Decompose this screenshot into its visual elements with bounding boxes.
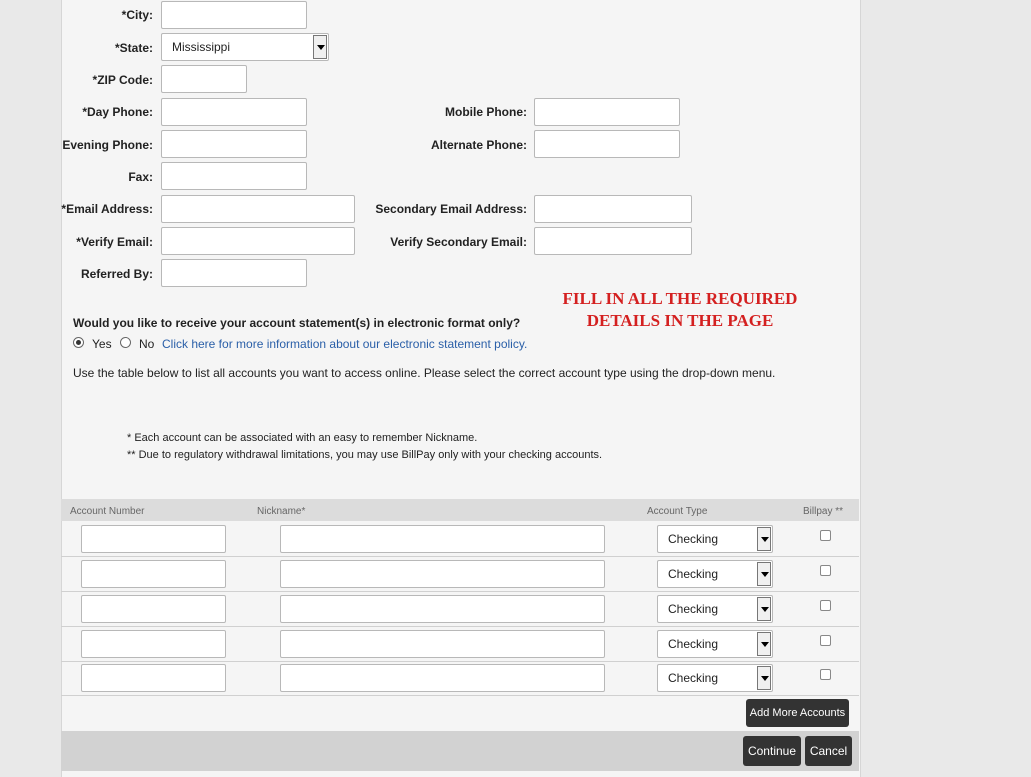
city-label: *City: — [121, 8, 153, 22]
state-select[interactable]: Mississippi — [161, 33, 329, 61]
nickname-input[interactable] — [280, 595, 605, 623]
mobile-phone-label: Mobile Phone: — [445, 105, 527, 119]
form-footer — [61, 731, 859, 771]
account-type-select[interactable]: Checking — [657, 560, 773, 588]
estatement-policy-link[interactable]: Click here for more information about ou… — [162, 337, 527, 351]
account-type-value: Checking — [668, 602, 719, 616]
billpay-checkbox[interactable] — [820, 600, 831, 611]
add-more-accounts-button[interactable]: Add More Accounts — [746, 699, 849, 727]
account-number-input[interactable] — [81, 525, 226, 553]
header-account-number: Account Number — [70, 506, 145, 517]
header-billpay: Billpay ** — [803, 506, 844, 517]
chevron-down-icon[interactable] — [313, 35, 327, 59]
chevron-down-icon[interactable] — [757, 597, 771, 621]
fax-input[interactable] — [161, 162, 307, 190]
city-input[interactable] — [161, 1, 307, 29]
verify-email-input[interactable] — [161, 227, 355, 255]
fax-label: Fax: — [128, 170, 153, 184]
account-type-select[interactable]: Checking — [657, 525, 773, 553]
account-type-value: Checking — [668, 567, 719, 581]
accounts-instructions: Use the table below to list all accounts… — [73, 366, 776, 380]
header-nickname: Nickname* — [257, 506, 306, 517]
alternate-phone-label: Alternate Phone: — [430, 138, 527, 152]
email-input[interactable] — [161, 195, 355, 223]
account-type-select[interactable]: Checking — [657, 630, 773, 658]
account-type-select[interactable]: Checking — [657, 595, 773, 623]
estatement-no-radio[interactable] — [120, 337, 131, 348]
evening-phone-input[interactable] — [161, 130, 307, 158]
referred-by-input[interactable] — [161, 259, 307, 287]
account-type-value: Checking — [668, 532, 719, 546]
alternate-phone-input[interactable] — [534, 130, 680, 158]
row-divider — [61, 626, 859, 627]
referred-by-label: Referred By: — [80, 267, 153, 281]
nickname-input[interactable] — [280, 525, 605, 553]
accounts-table-header — [61, 499, 859, 521]
cancel-button[interactable]: Cancel — [805, 736, 852, 766]
continue-button[interactable]: Continue — [743, 736, 801, 766]
footnote-nickname: * Each account can be associated with an… — [127, 432, 478, 444]
verify-email-label: *Verify Email: — [76, 235, 153, 249]
billpay-checkbox[interactable] — [820, 635, 831, 646]
estatement-no-label[interactable]: No — [139, 337, 154, 351]
notice-line-2: DETAILS IN THE PAGE — [586, 311, 774, 330]
billpay-checkbox[interactable] — [820, 565, 831, 576]
email-label: *Email Address: — [61, 202, 153, 216]
nickname-input[interactable] — [280, 560, 605, 588]
required-fields-notice: FILL IN ALL THE REQUIRED DETAILS IN THE … — [540, 288, 820, 332]
account-number-input[interactable] — [81, 560, 226, 588]
state-label: *State: — [114, 41, 153, 55]
estatement-yes-label[interactable]: Yes — [92, 337, 112, 351]
billpay-checkbox[interactable] — [820, 530, 831, 541]
chevron-down-icon[interactable] — [757, 632, 771, 656]
day-phone-label: *Day Phone: — [82, 105, 153, 119]
zip-input[interactable] — [161, 65, 247, 93]
account-type-value: Checking — [668, 671, 719, 685]
evening-phone-label: Evening Phone: — [62, 138, 153, 152]
footnote-billpay: ** Due to regulatory withdrawal limitati… — [127, 449, 603, 461]
row-divider — [61, 556, 859, 557]
chevron-down-icon[interactable] — [757, 666, 771, 690]
estatement-question: Would you like to receive your account s… — [73, 316, 521, 330]
header-account-type: Account Type — [647, 506, 708, 517]
verify-secondary-email-input[interactable] — [534, 227, 692, 255]
row-divider — [61, 661, 859, 662]
secondary-email-label: Secondary Email Address: — [375, 202, 527, 216]
state-select-value: Mississippi — [172, 40, 231, 54]
mobile-phone-input[interactable] — [534, 98, 680, 126]
account-number-input[interactable] — [81, 595, 226, 623]
verify-secondary-email-label: Verify Secondary Email: — [390, 235, 527, 249]
account-number-input[interactable] — [81, 664, 226, 692]
row-divider — [61, 591, 859, 592]
billpay-checkbox[interactable] — [820, 669, 831, 680]
nickname-input[interactable] — [280, 630, 605, 658]
account-type-value: Checking — [668, 637, 719, 651]
notice-line-1: FILL IN ALL THE REQUIRED — [562, 289, 798, 308]
day-phone-input[interactable] — [161, 98, 307, 126]
secondary-email-input[interactable] — [534, 195, 692, 223]
account-number-input[interactable] — [81, 630, 226, 658]
zip-label: *ZIP Code: — [92, 73, 153, 87]
chevron-down-icon[interactable] — [757, 562, 771, 586]
estatement-yes-radio[interactable] — [73, 337, 84, 348]
row-divider — [61, 695, 859, 696]
nickname-input[interactable] — [280, 664, 605, 692]
chevron-down-icon[interactable] — [757, 527, 771, 551]
account-type-select[interactable]: Checking — [657, 664, 773, 692]
